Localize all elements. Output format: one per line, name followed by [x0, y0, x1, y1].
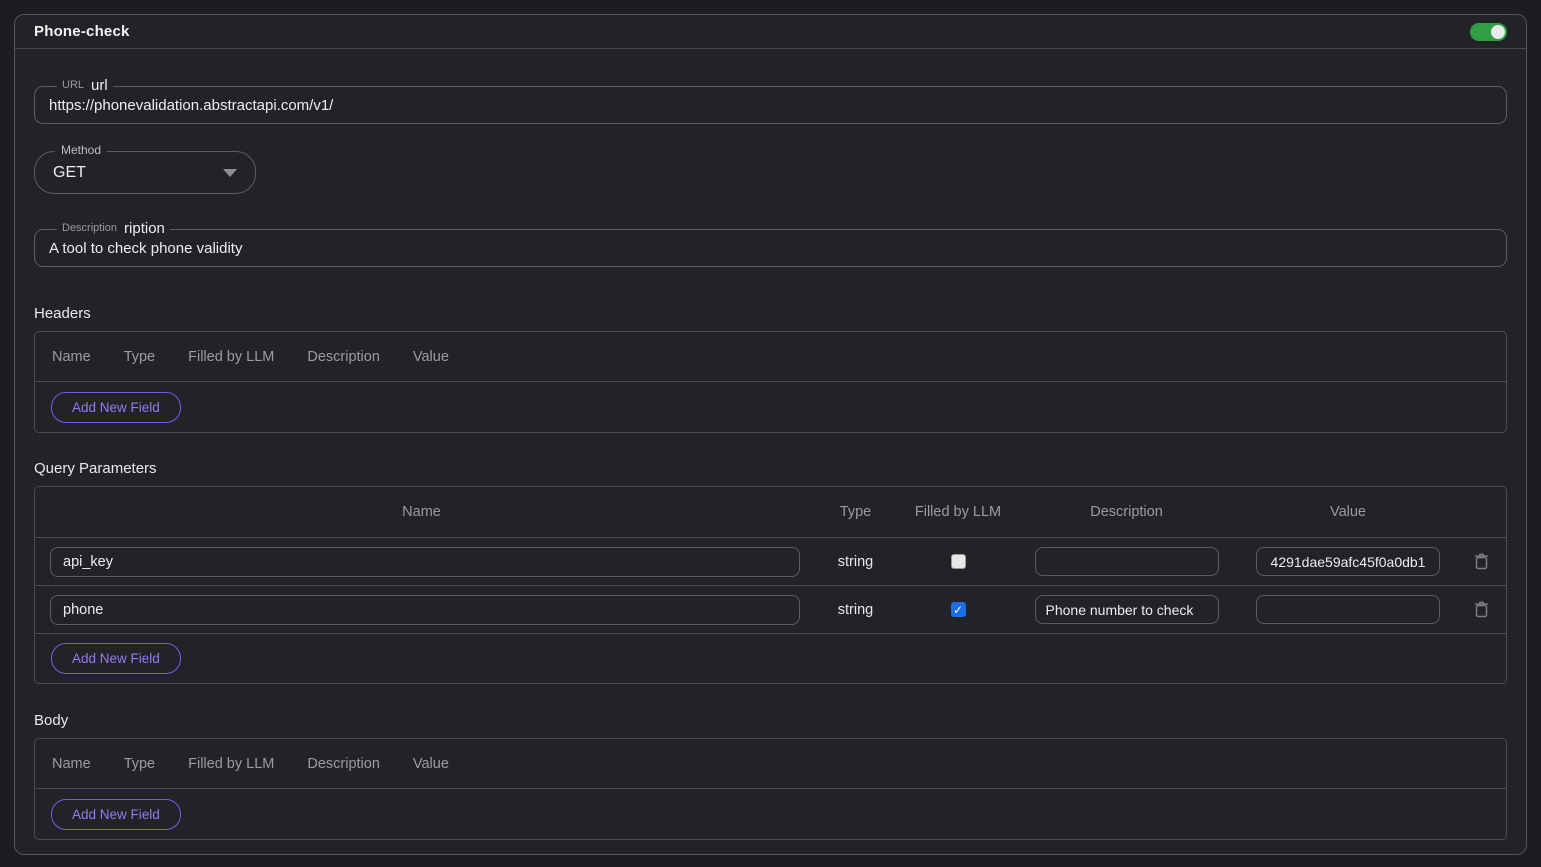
method-value: GET — [53, 164, 86, 182]
delete-row-button[interactable] — [1469, 598, 1493, 622]
headers-table-footer: Add New Field — [35, 382, 1506, 432]
col-value: Value — [413, 756, 449, 772]
param-value-input[interactable] — [1256, 595, 1440, 624]
tool-title: Phone-check — [34, 23, 130, 40]
query-params-table-footer: Add New Field — [35, 633, 1506, 683]
description-field-label: Description ription — [57, 221, 170, 236]
url-label-small: URL — [62, 80, 84, 93]
filled-by-llm-checkbox[interactable]: ✓ — [951, 602, 966, 617]
query-params-add-field-button[interactable]: Add New Field — [51, 643, 181, 674]
col-description: Description — [307, 349, 380, 365]
query-params-rows: string string ✓ — [35, 537, 1506, 633]
headers-add-field-button[interactable]: Add New Field — [51, 392, 181, 423]
body-table: Name Type Filled by LLM Description Valu… — [34, 738, 1507, 840]
tool-config-card: Phone-check URL url Method GET Descripti… — [14, 14, 1527, 855]
col-type: Type — [808, 504, 903, 520]
body-add-field-button[interactable]: Add New Field — [51, 799, 181, 830]
method-select[interactable]: Method GET — [34, 151, 256, 194]
url-field-label: URL url — [57, 78, 113, 93]
col-name: Name — [52, 349, 91, 365]
param-type: string — [808, 602, 903, 618]
delete-row-button[interactable] — [1469, 550, 1493, 574]
body-table-head: Name Type Filled by LLM Description Valu… — [35, 739, 1506, 789]
col-value: Value — [1240, 504, 1456, 520]
description-label-overlap: ription — [124, 221, 165, 236]
trash-icon — [1474, 601, 1489, 618]
chevron-down-icon — [223, 169, 237, 177]
url-label-overlap: url — [91, 78, 108, 93]
url-input[interactable] — [49, 97, 1492, 114]
query-params-table-head: Name Type Filled by LLM Description Valu… — [35, 487, 1506, 537]
description-input[interactable] — [49, 240, 1492, 257]
query-params-table: Name Type Filled by LLM Description Valu… — [34, 486, 1507, 684]
param-value-input[interactable] — [1256, 547, 1440, 576]
col-value: Value — [413, 349, 449, 365]
col-type: Type — [124, 349, 155, 365]
col-description: Description — [307, 756, 380, 772]
param-type: string — [808, 554, 903, 570]
query-param-row: string — [35, 537, 1506, 585]
toggle-knob — [1491, 25, 1505, 39]
headers-section-title: Headers — [34, 305, 1507, 322]
body-section-title: Body — [34, 712, 1507, 729]
trash-icon — [1474, 553, 1489, 570]
param-name-input[interactable] — [50, 595, 800, 625]
col-filled-by-llm: Filled by LLM — [903, 504, 1013, 520]
col-name: Name — [52, 756, 91, 772]
col-type: Type — [124, 756, 155, 772]
headers-table: Name Type Filled by LLM Description Valu… — [34, 331, 1507, 433]
filled-by-llm-checkbox[interactable] — [951, 554, 966, 569]
url-field: URL url — [34, 86, 1507, 124]
col-filled-by-llm: Filled by LLM — [188, 756, 274, 772]
body-table-footer: Add New Field — [35, 789, 1506, 839]
description-field: Description ription — [34, 229, 1507, 267]
col-filled-by-llm: Filled by LLM — [188, 349, 274, 365]
query-param-row: string ✓ — [35, 585, 1506, 633]
description-label-small: Description — [62, 223, 117, 236]
param-name-input[interactable] — [50, 547, 800, 577]
query-params-section-title: Query Parameters — [34, 460, 1507, 477]
col-description: Description — [1013, 504, 1240, 520]
titlebar: Phone-check — [15, 15, 1526, 49]
param-description-input[interactable] — [1035, 595, 1219, 624]
param-description-input[interactable] — [1035, 547, 1219, 576]
method-label: Method — [55, 144, 107, 156]
headers-table-head: Name Type Filled by LLM Description Valu… — [35, 332, 1506, 382]
enabled-toggle[interactable] — [1470, 23, 1507, 41]
col-name: Name — [35, 504, 808, 520]
